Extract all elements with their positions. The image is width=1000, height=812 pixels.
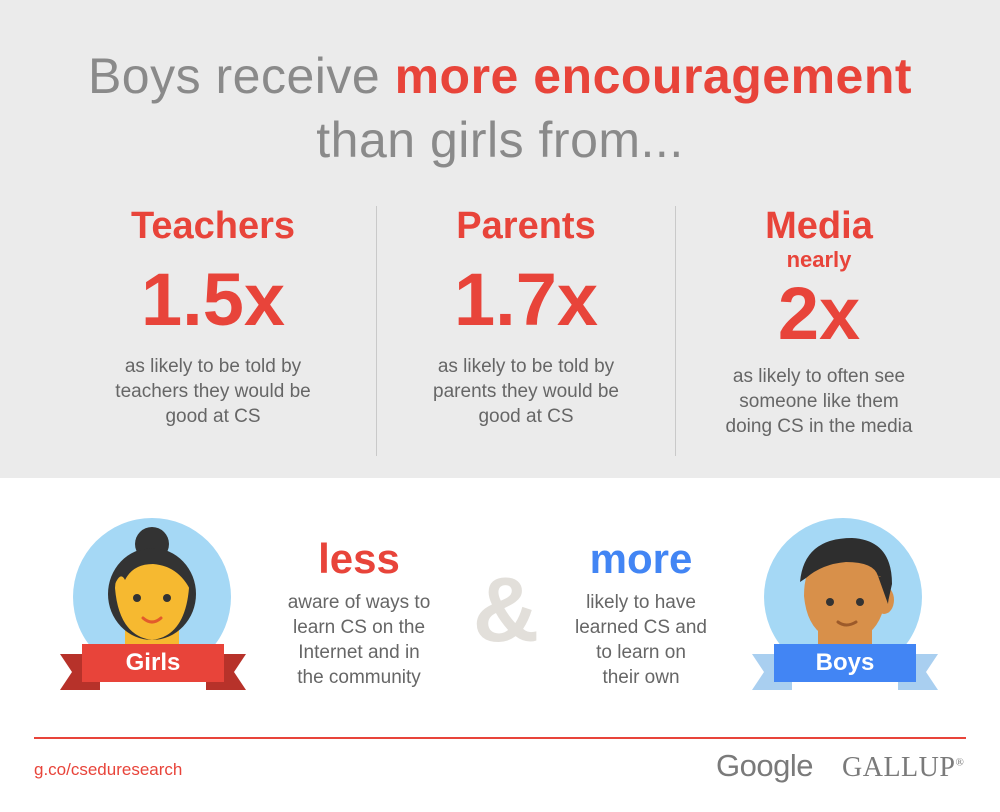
girls-label: Girls [82,644,224,682]
gallup-logo: GALLUP® [842,752,964,784]
stat-description-line: as likely to be told by [437,356,615,377]
girls-big-word: less [318,535,400,582]
footer-rule [34,737,966,739]
stat-description-line: as likely to be told by [124,356,302,377]
stat-category: Teachers [130,205,296,247]
stat-value: 2x [777,272,861,355]
stat-description: as likely to often see someone like them… [669,364,969,439]
boys-text-line: likely to have [586,592,696,613]
top-panel: Boys receive more encouragement than gir… [0,0,1000,478]
stat-description-line: as likely to often see [732,366,906,387]
boys-text-line: to learn on [596,642,686,663]
boys-label: Boys [774,644,916,682]
stat-parents: Parents 1.7x as likely to be told by par… [376,204,676,429]
stat-description-line: parents they would be [433,381,619,402]
stat-media: Media nearly 2x as likely to often see s… [669,204,969,439]
headline-emphasis: more encouragement [394,48,913,104]
girls-text-line: aware of ways to [287,592,431,613]
stat-description: as likely to be told by teachers they wo… [63,354,363,429]
footer-url-link[interactable]: g.co/cseduresearch [34,760,182,780]
stat-description-line: doing CS in the media [725,416,913,437]
stat-category: Media [765,205,873,247]
stat-description-line: good at CS [165,406,261,427]
boys-text: likely to have learned CS and to learn o… [546,590,736,690]
stat-value: 1.5x [140,258,286,341]
girls-text-line: the community [297,667,421,688]
boys-text-line: their own [602,667,680,688]
boys-block: more likely to have learned CS and to le… [546,534,736,690]
stat-description-line: good at CS [478,406,574,427]
stat-prefix: nearly [786,247,852,272]
registered-mark: ® [955,756,965,769]
headline-line-1: Boys receive more encouragement [0,44,1000,108]
girls-text-line: learn CS on the [292,617,426,638]
stat-category: Parents [456,205,596,247]
girls-ribbon: Girls [60,644,246,690]
girls-block: less aware of ways to learn CS on the In… [264,534,454,690]
gallup-logo-text: GALLUP [842,752,956,783]
ampersand: & [472,559,540,661]
boys-text-line: learned CS and [574,617,708,638]
boys-ribbon: Boys [752,644,938,690]
stat-teachers: Teachers 1.5x as likely to be told by te… [63,204,363,429]
headline-lead: Boys receive [87,48,395,104]
headline-line-2: than girls from... [316,112,684,168]
boys-big-word: more [589,535,693,582]
stat-description-line: someone like them [739,391,899,412]
girls-text-line: Internet and in [298,642,420,663]
stat-value: 1.7x [453,258,599,341]
girls-text: aware of ways to learn CS on the Interne… [264,590,454,690]
google-logo: Google [716,748,813,783]
stat-description-line: teachers they would be [115,381,311,402]
stat-description: as likely to be told by parents they wou… [376,354,676,429]
headline: Boys receive more encouragement than gir… [0,44,1000,172]
